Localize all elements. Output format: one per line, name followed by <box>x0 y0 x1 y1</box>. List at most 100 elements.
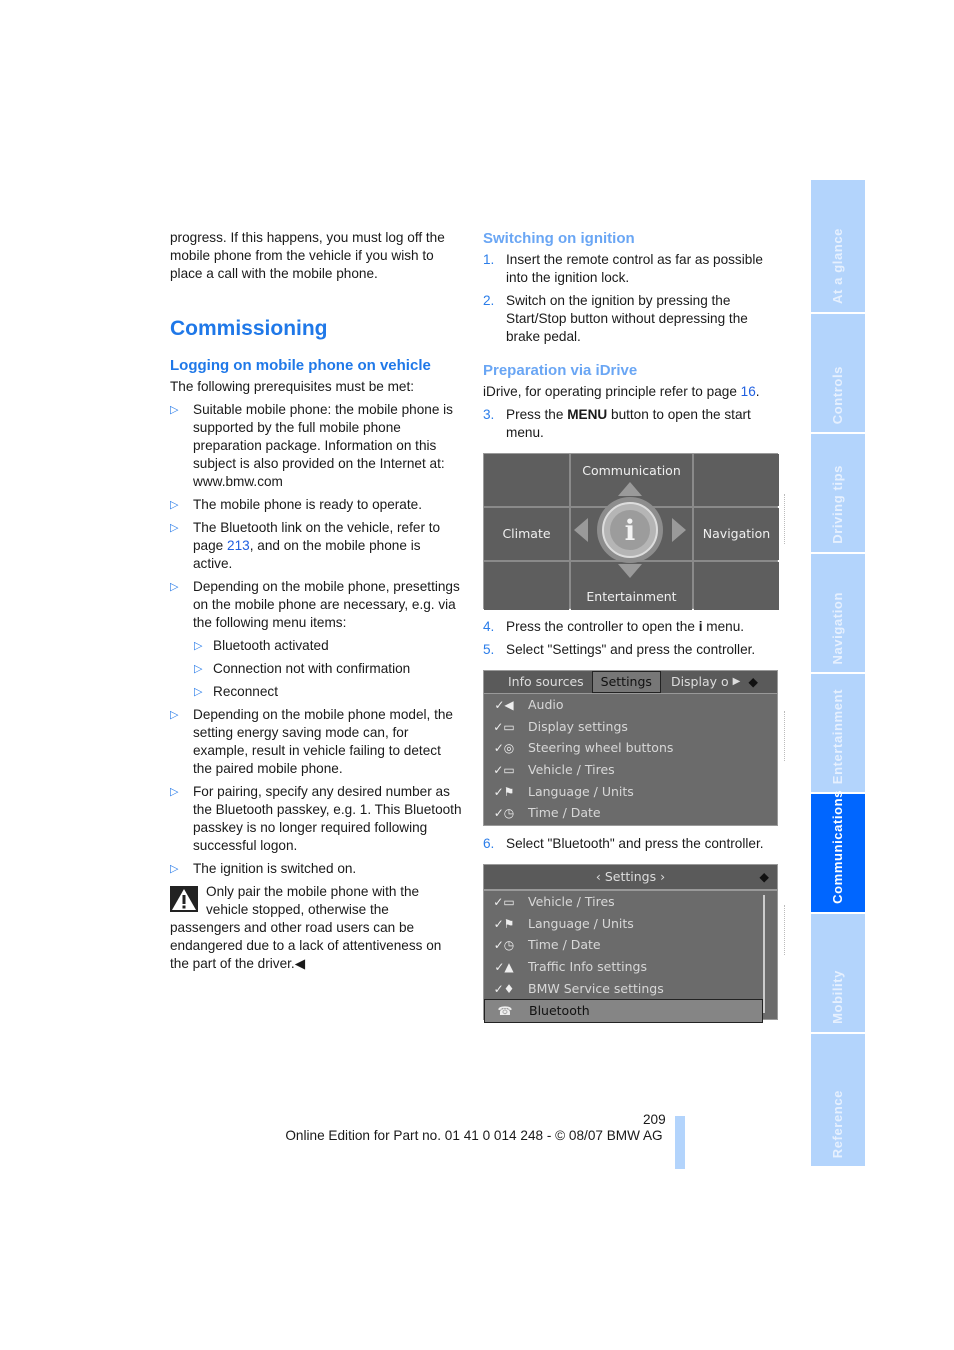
info-icon[interactable]: i <box>572 480 688 580</box>
list-item-text: For pairing, specify any desired number … <box>193 784 462 853</box>
tab-display[interactable]: Display o <box>661 673 733 691</box>
list-item-text: Suitable mobile phone: the mobile phone … <box>193 402 453 489</box>
list-item-text: Bluetooth activated <box>213 638 329 653</box>
tab-entertainment[interactable]: Entertainment <box>811 674 865 792</box>
menu-item-label: Display settings <box>528 718 628 734</box>
list-item: ▷ The Bluetooth link on the vehicle, refe… <box>170 519 462 573</box>
idrive-text: iDrive, for operating principle refer to… <box>483 383 779 401</box>
list-item: ▷ The mobile phone is ready to operate. <box>170 496 462 514</box>
bullet-icon: ▷ <box>170 786 179 798</box>
menu-navigation[interactable]: Navigation <box>694 508 779 560</box>
bullet-icon: ▷ <box>170 581 179 593</box>
menu-item-time-date[interactable]: ✓◷ Time / Date <box>484 934 777 956</box>
svg-text:i: i <box>625 514 636 547</box>
car-icon: ✓▭ <box>493 894 515 909</box>
tab-at-a-glance[interactable]: At a glance <box>811 180 865 312</box>
scrollbar[interactable] <box>763 895 765 1013</box>
list-item-text: Reconnect <box>213 684 278 699</box>
menu-item-display-settings[interactable]: ✓▭ Display settings <box>484 716 777 738</box>
image-code <box>784 905 793 955</box>
tab-communications[interactable]: Communications <box>811 790 865 912</box>
tab-mobility[interactable]: Mobility <box>811 914 865 1032</box>
image-code <box>784 494 793 544</box>
idrive-text-before: iDrive, for operating principle refer to… <box>483 384 741 399</box>
tab-driving-tips[interactable]: Driving tips <box>811 434 865 552</box>
menu-item-bluetooth[interactable]: ☎ Bluetooth <box>484 999 763 1024</box>
menu-item-vehicle-tires[interactable]: ✓▭ Vehicle / Tires <box>484 891 777 913</box>
controller-icon: ◆ <box>748 674 758 689</box>
list-item-text: Depending on the mobile phone model, the… <box>193 707 453 776</box>
end-mark-icon: ◀ <box>294 956 306 971</box>
menu-climate[interactable]: Climate <box>484 508 569 560</box>
step-item: 2. Switch on the ignition by pressing the… <box>483 292 779 346</box>
clock-icon: ✓◷ <box>493 938 515 953</box>
menu-item-label: BMW Service settings <box>528 980 664 996</box>
warning-icon <box>170 886 198 912</box>
menu-item-language-units[interactable]: ✓⚑ Language / Units <box>484 913 777 935</box>
grid-cell <box>694 454 779 506</box>
tab-controls[interactable]: Controls <box>811 314 865 432</box>
right-column: Switching on ignition 1. Insert the remot… <box>483 229 785 1024</box>
grid-cell <box>694 562 779 610</box>
menu-item-label: Audio <box>528 696 564 712</box>
idrive-start-menu-screen: Communication Climate Navigation Enterta… <box>483 453 785 610</box>
phone-icon: ☎ <box>497 1004 513 1019</box>
tab-navigation[interactable]: Navigation <box>811 554 865 672</box>
steering-wheel-icon: ✓◎ <box>493 741 515 756</box>
page-marker-bar <box>675 1116 685 1169</box>
page-link-213[interactable]: 213 <box>227 538 250 553</box>
menu-item-label: Language / Units <box>528 783 634 799</box>
settings-submenu-screen: ‹ Settings › ◆ ✓▭ Vehicle / Tires ✓⚑ Langua… <box>483 864 785 1024</box>
bullet-icon: ▷ <box>170 709 179 721</box>
menu-item-vehicle-tires[interactable]: ✓▭ Vehicle / Tires <box>484 759 777 781</box>
screen-title: ‹ Settings › <box>595 869 666 884</box>
flag-icon: ✓⚑ <box>493 784 515 799</box>
menu-item-audio[interactable]: ✓◀ Audio <box>484 694 777 716</box>
menu-item-label: Vehicle / Tires <box>528 761 615 777</box>
tab-label: Entertainment <box>830 688 845 784</box>
heading-commissioning: Commissioning <box>170 317 328 340</box>
tab-label: Mobility <box>830 970 845 1024</box>
menu-item-bmw-service-settings[interactable]: ✓♦ BMW Service settings <box>484 978 777 1000</box>
step-item: 6. Select "Bluetooth" and press the contr… <box>483 835 779 853</box>
settings-menu-screen: Info sources Settings Display o ▶ ◆ ✓◀ Au… <box>483 670 785 826</box>
tab-info-sources[interactable]: Info sources <box>484 673 592 691</box>
menu-item-label: Time / Date <box>528 805 601 821</box>
heading-preparation-idrive: Preparation via iDrive <box>483 362 638 379</box>
step-number: 1. <box>483 252 495 267</box>
service-icon: ✓♦ <box>493 981 515 996</box>
list-item: ▷ For pairing, specify any desired number… <box>170 783 462 855</box>
step-item: 3. Press the MENU button to open the star… <box>483 406 779 442</box>
list-item: ▷ Depending on the mobile phone model, th… <box>170 706 462 778</box>
menu-item-label: Language / Units <box>528 915 634 931</box>
tab-reference[interactable]: Reference <box>811 1034 865 1166</box>
arrow-right-icon: ▶ <box>732 676 741 687</box>
bullet-icon: ▷ <box>194 663 203 675</box>
step-number: 4. <box>483 619 495 634</box>
tab-label: At a glance <box>830 228 845 304</box>
flag-icon: ✓⚑ <box>493 916 515 931</box>
page-link-16[interactable]: 16 <box>741 384 756 399</box>
bullet-icon: ▷ <box>194 686 203 698</box>
step-number: 5. <box>483 642 495 657</box>
heading-switching-on-ignition: Switching on ignition <box>483 230 635 247</box>
bullet-icon: ▷ <box>170 863 179 875</box>
tab-settings[interactable]: Settings <box>591 671 661 693</box>
step-text: Press the controller to open the <box>506 619 699 634</box>
tab-label: Reference <box>830 1089 845 1158</box>
menu-item-label: Steering wheel buttons <box>528 740 674 756</box>
step-text: Select "Bluetooth" and press the control… <box>506 836 764 851</box>
menu-item-traffic-info-settings[interactable]: ✓▲ Traffic Info settings <box>484 956 777 978</box>
menu-item-steering-wheel-buttons[interactable]: ✓◎ Steering wheel buttons <box>484 737 777 759</box>
tab-label: Communications <box>830 790 845 904</box>
subheading-logging-on: Logging on mobile phone on vehicle <box>170 357 431 374</box>
step-text: Select "Settings" and press the controll… <box>506 642 756 657</box>
menu-item-label: Bluetooth <box>529 1003 590 1019</box>
menu-item-time-date[interactable]: ✓◷ Time / Date <box>484 802 777 824</box>
list-item-text: The ignition is switched on. <box>193 861 357 876</box>
step-number: 2. <box>483 293 495 308</box>
step-text: Switch on the ignition by pressing the S… <box>506 293 748 344</box>
menu-item-language-units[interactable]: ✓⚑ Language / Units <box>484 781 777 803</box>
settings-list: ✓◀ Audio ✓▭ Display settings ✓◎ Steering whee… <box>484 694 777 824</box>
step-item: 4. Press the controller to open the i men… <box>483 618 779 636</box>
